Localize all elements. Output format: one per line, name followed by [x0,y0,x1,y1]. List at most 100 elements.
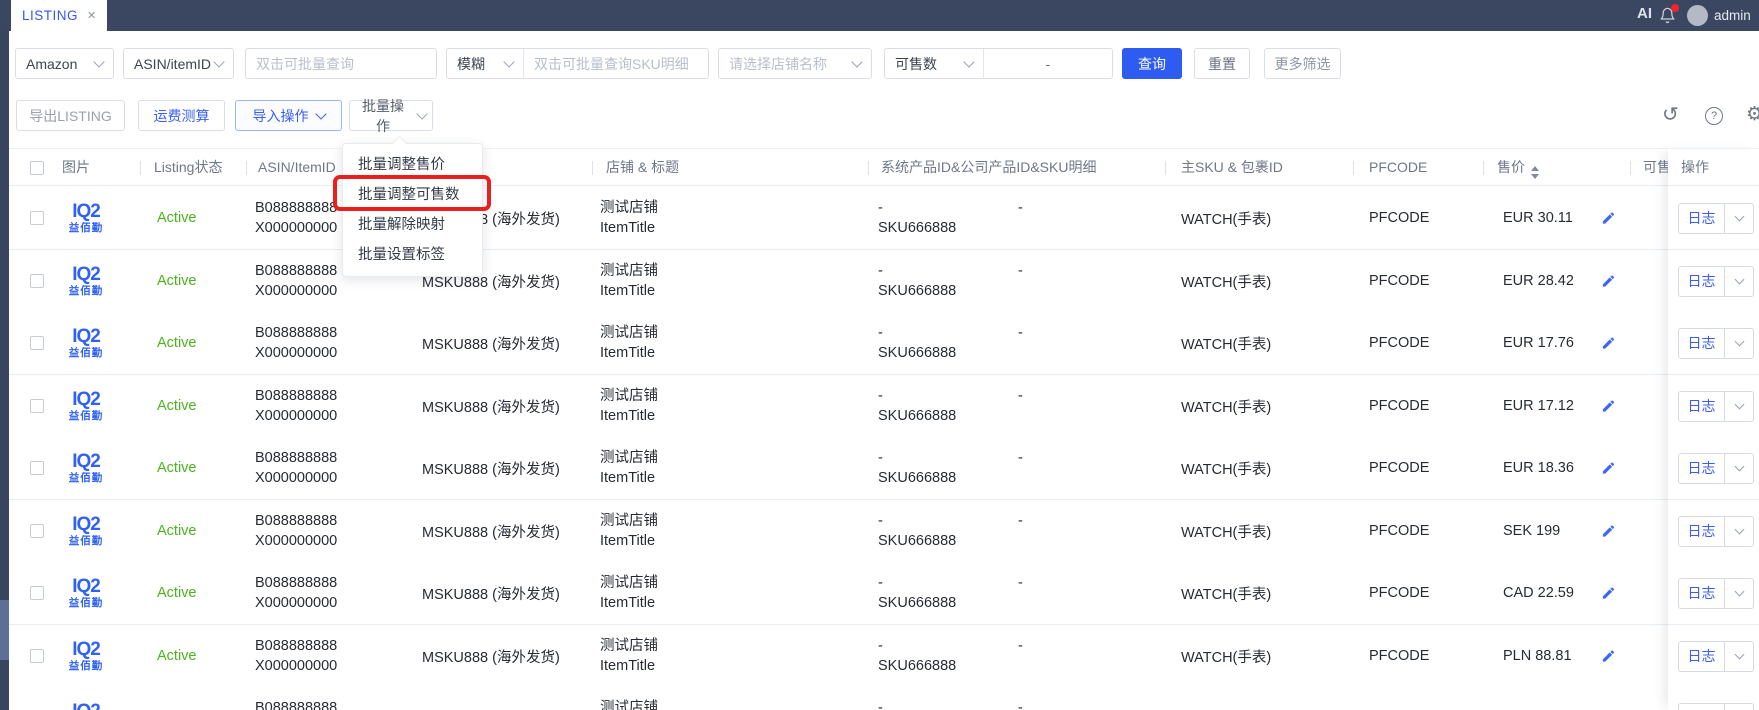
brand-logo-name: 益佰勤 [69,223,104,234]
asin-itemid-cell: B088888888X000000000 [255,375,337,437]
row-checkbox[interactable] [30,211,44,225]
pfcode-cell: PFCODE [1369,437,1429,499]
log-button[interactable]: 日志 [1678,328,1754,359]
query-button[interactable]: 查询 [1122,48,1182,79]
edit-price-icon[interactable] [1601,336,1616,351]
scrollbar-thumb[interactable] [0,600,9,660]
batch-menu-item-2[interactable]: 批量调整可售数 [343,180,482,210]
edit-price-icon[interactable] [1601,524,1616,539]
shop-title-cell: 测试店铺ItemTitle [600,687,658,710]
batch-menu-item-4[interactable]: 批量设置标签 [343,240,482,270]
log-button[interactable]: 日志 [1678,266,1754,297]
row-checkbox[interactable] [30,274,44,288]
log-button[interactable]: 日志 [1678,453,1754,484]
import-ops-button[interactable]: 导入操作 [235,100,342,131]
table-header: 图片 Listing状态 ASIN/ItemID MSKU 店铺 & 标题 系统… [9,148,1759,186]
price-cell: EUR 18.36 [1503,437,1574,499]
edit-price-icon[interactable] [1601,649,1616,664]
username[interactable]: admin [1714,8,1751,23]
row-checkbox[interactable] [30,461,44,475]
header-asin: ASIN/ItemID [258,149,336,186]
sys-product-cell: -SKU666888 [878,250,956,312]
log-button-label: 日志 [1679,642,1724,671]
product-image: IQ2益佰勤 [60,312,112,374]
chevron-down-icon[interactable] [1724,454,1753,483]
platform-select[interactable]: Amazon [15,48,114,79]
chevron-down-icon[interactable] [1724,517,1753,546]
row-checkbox[interactable] [30,524,44,538]
chevron-down-icon[interactable] [1724,579,1753,608]
metric-select[interactable]: 可售数 [885,49,983,78]
divider [1165,161,1166,175]
batch-menu-item-1[interactable]: 批量调整售价 [343,150,482,180]
freight-calc-button[interactable]: 运费测算 [138,100,225,131]
reset-button[interactable]: 重置 [1194,48,1250,79]
row-checkbox[interactable] [30,649,44,663]
edit-price-icon[interactable] [1601,586,1616,601]
chevron-down-icon[interactable] [1724,704,1753,710]
row-checkbox[interactable] [30,399,44,413]
log-button[interactable]: 日志 [1678,703,1754,710]
edit-price-icon[interactable] [1601,461,1616,476]
batch-ops-button[interactable]: 批量操作 [349,100,433,131]
log-button[interactable]: 日志 [1678,203,1754,234]
sys-product-cell: -SKU666888 [878,625,956,687]
row-actions: 日志 [1668,625,1759,688]
log-button[interactable]: 日志 [1678,516,1754,547]
log-button[interactable]: 日志 [1678,578,1754,609]
ai-assistant-button[interactable]: AI [1637,5,1652,22]
row-checkbox[interactable] [30,586,44,600]
edit-price-icon[interactable] [1601,211,1616,226]
id-type-select[interactable]: ASIN/itemID [123,48,234,79]
main-sku-cell: WATCH(手表) [1181,625,1271,687]
brand-logo-name: 益佰勤 [69,536,104,547]
brand-logo-symbol: IQ2 [72,390,100,409]
msku-cell: MSKU888 (海外发货) [422,437,560,499]
id-search-input[interactable] [245,48,437,79]
shop-select[interactable]: 请选择店铺名称 [718,48,872,79]
main-sku-cell: WATCH(手表) [1181,375,1271,437]
log-button[interactable]: 日志 [1678,641,1754,672]
batch-menu-item-3[interactable]: 批量解除映射 [343,210,482,240]
price-cell: PLN 88.81 [1503,625,1572,687]
brand-logo-name: 益佰勤 [69,473,104,484]
more-filters-button[interactable]: 更多筛选 [1264,48,1341,79]
match-mode-select[interactable]: 模糊 [447,49,523,78]
chevron-down-icon[interactable] [1724,392,1753,421]
edit-price-icon[interactable] [1601,274,1616,289]
log-button-label: 日志 [1679,704,1724,710]
row-checkbox[interactable] [30,336,44,350]
sys-product-cell: -SKU666888 [878,312,956,374]
table-row: IQ2益佰勤ActiveB088888888X000000000MSKU888 … [9,437,1759,500]
close-icon[interactable]: ✕ [87,9,96,22]
asin-itemid-cell: B088888888X000000000 [255,625,337,687]
brand-logo-name: 益佰勤 [69,661,104,672]
gear-icon[interactable]: ⚙ [1746,103,1759,126]
msku-cell: MSKU888 (海外发货) [422,500,560,562]
app-root: LISTING ✕ AI admin Amazon ASIN/itemID 模糊… [0,0,1759,710]
log-button[interactable]: 日志 [1678,391,1754,422]
refresh-icon[interactable]: ↺ [1662,102,1679,127]
id-type-select-value: ASIN/itemID [134,56,211,72]
chevron-down-icon[interactable] [1724,204,1753,233]
sort-price-icon[interactable] [1531,166,1539,179]
tab-listing[interactable]: LISTING ✕ [11,0,107,31]
qty-range-input[interactable]: - [984,49,1112,78]
table-row: IQ2益佰勤ActiveB088888888X000000000MSKU888 … [9,375,1759,438]
table-row: IQ2益佰勤ActiveB088888888X000000000MSKU888 … [9,187,1759,250]
left-sidebar-strip [0,31,9,710]
price-cell: EUR 28.42 [1503,250,1574,312]
sku-search-input[interactable] [524,49,708,78]
listing-status: Active [157,250,197,312]
chevron-down-icon[interactable] [1724,267,1753,296]
chevron-down-icon[interactable] [1724,642,1753,671]
company-product-cell: - [1018,312,1023,374]
export-listing-button[interactable]: 导出LISTING [16,100,125,131]
chevron-down-icon[interactable] [1724,329,1753,358]
edit-price-icon[interactable] [1601,399,1616,414]
sellable-qty-group: 可售数 - [884,48,1113,79]
bell-icon[interactable] [1659,7,1676,29]
help-icon[interactable]: ? [1705,107,1723,125]
select-all-checkbox[interactable] [30,161,44,175]
avatar[interactable] [1687,5,1708,26]
